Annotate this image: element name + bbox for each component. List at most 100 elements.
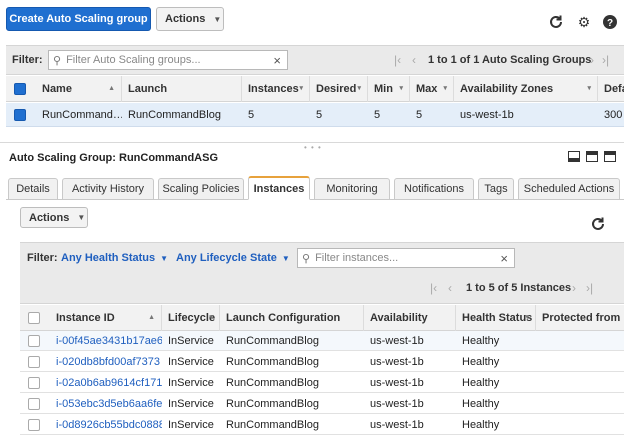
table-row[interactable]: i-020db8bfd00af7373 InService RunCommand… [20,352,624,372]
health-status-dropdown[interactable]: Any Health Status ▼ [61,252,168,264]
availability-zone-cell: us-west-1b [370,335,424,347]
actions-button[interactable]: Actions ▼ [156,7,224,31]
chevron-down-icon: ▼ [281,254,290,263]
tab-notifications[interactable]: Notifications [394,178,474,200]
table-row[interactable]: i-053ebc3d5eb6aa6fe InService RunCommand… [20,394,624,414]
instance-pager-bar: |‹ ‹ 1 to 5 of 5 Instances › ›| [20,274,624,304]
tab-tags[interactable]: Tags [478,178,514,200]
actions-label: Actions [29,211,70,224]
table-row[interactable]: RunCommand… RunCommandBlog 5 5 5 5 us-we… [6,103,624,127]
gear-icon[interactable]: ⚙ [576,14,592,30]
col-availability-zones[interactable]: Availability Zones ▾ [454,76,598,102]
chevron-down-icon: ▼ [160,254,169,263]
availability-zone-cell: us-west-1b [370,398,424,410]
col-max[interactable]: Max ▾ [410,76,454,102]
availability-zone-cell: us-west-1b [370,419,424,431]
table-row[interactable]: i-02a0b6ab9614cf171 InService RunCommand… [20,373,624,393]
availability-zones-cell: us-west-1b [460,109,514,121]
health-status-cell: Healthy [462,419,500,431]
svg-text:?: ? [607,18,613,29]
row-checkbox[interactable] [28,356,40,368]
clear-icon[interactable]: × [273,53,281,68]
filter-label: Filter: [27,252,58,264]
tab-scheduled-actions[interactable]: Scheduled Actions [518,178,620,200]
table-row[interactable]: i-00f45ae3431b17ae6 InService RunCommand… [20,331,624,351]
instance-id-link[interactable]: i-020db8bfd00af7373 [50,352,162,372]
instance-id-link[interactable]: i-00f45ae3431b17ae6 [50,331,162,351]
drag-handle-icon[interactable]: • • • [304,143,322,152]
lifecycle-cell: InService [168,398,214,410]
launch-config-cell: RunCommandBlog [226,335,319,347]
select-all-checkbox[interactable] [14,83,26,95]
layout-split-icon[interactable] [586,151,598,162]
instance-filter-bar: Filter: Any Health Status ▼ Any Lifecycle… [20,242,624,274]
tab-activity-history[interactable]: Activity History [62,178,154,200]
launch-config-cell: RunCommandBlog [226,398,319,410]
detail-tabs: Details Activity History Scaling Policie… [6,176,624,200]
col-instances[interactable]: Instances ▾ [242,76,310,102]
instance-id-link[interactable]: i-053ebc3d5eb6aa6fe [50,394,162,414]
tab-monitoring[interactable]: Monitoring [314,178,390,200]
row-checkbox[interactable] [28,377,40,389]
availability-zone-cell: us-west-1b [370,356,424,368]
asg-pager-text: 1 to 1 of 1 Auto Scaling Groups [428,54,592,66]
launch-config-cell: RunCommandBlog [226,356,319,368]
filter-label: Filter: [12,54,43,66]
col-min[interactable]: Min ▾ [368,76,410,102]
create-auto-scaling-group-button[interactable]: Create Auto Scaling group [6,7,151,31]
instance-id-link[interactable]: i-02a0b6ab9614cf171 [50,373,162,393]
lifecycle-cell: InService [168,335,214,347]
col-launch-configuration[interactable]: Launch Configuration▾ [122,76,242,121]
col-name[interactable]: Name ▲ [36,76,122,102]
instances-actions-button[interactable]: Actions ▼ [20,207,88,228]
asg-search-input[interactable]: ⚲ Filter Auto Scaling groups... × [48,50,288,70]
instances-cell: 5 [248,109,255,121]
prev-page-icon[interactable]: ‹ [412,53,416,67]
actions-label: Actions [165,13,206,25]
next-page-icon[interactable]: › [590,53,594,67]
col-launch-configuration-name[interactable]: Launch Configuration Name▾ [220,305,364,350]
min-cell: 5 [374,109,381,121]
col-default-cooldown[interactable]: Defa [598,76,624,102]
row-checkbox[interactable] [28,398,40,410]
select-all-checkbox[interactable] [28,312,40,324]
col-desired[interactable]: Desired ▾ [310,76,368,102]
tab-scaling-policies[interactable]: Scaling Policies [158,178,244,200]
launch-config-cell: RunCommandBlog [226,419,319,431]
lifecycle-state-dropdown[interactable]: Any Lifecycle State ▼ [176,252,290,264]
row-checkbox[interactable] [28,335,40,347]
table-row[interactable]: i-0d8926cb55bdc0888 InService RunCommand… [20,415,624,435]
search-icon: ⚲ [53,54,62,67]
row-checkbox[interactable] [14,109,26,121]
refresh-icon[interactable] [590,216,606,232]
instance-search-input[interactable]: ⚲ Filter instances... × [297,248,515,268]
first-page-icon[interactable]: |‹ [430,281,437,295]
col-instance-id[interactable]: Instance ID ▲ [50,305,162,331]
row-checkbox[interactable] [28,419,40,431]
last-page-icon[interactable]: ›| [602,53,609,67]
layout-full-icon[interactable] [604,151,616,162]
max-cell: 5 [416,109,423,121]
col-availability-zone[interactable]: Availability Zone▾ [364,305,456,350]
tab-instances[interactable]: Instances [248,176,310,200]
instance-id-link[interactable]: i-0d8926cb55bdc0888 [50,415,162,435]
search-icon: ⚲ [302,252,311,265]
help-icon[interactable]: ? [602,14,618,30]
first-page-icon[interactable]: |‹ [394,53,401,67]
desired-cell: 5 [316,109,323,121]
col-protected-from[interactable]: Protected from [536,305,624,331]
last-page-icon[interactable]: ›| [586,281,593,295]
launch-config-cell: RunCommandBlog [128,109,221,121]
layout-bottom-icon[interactable] [568,151,580,162]
prev-page-icon[interactable]: ‹ [448,281,452,295]
refresh-icon[interactable] [548,14,564,30]
tab-details[interactable]: Details [8,178,58,200]
launch-config-cell: RunCommandBlog [226,377,319,389]
availability-zone-cell: us-west-1b [370,377,424,389]
col-health-status[interactable]: Health Status ▾ [456,305,536,331]
next-page-icon[interactable]: › [572,281,576,295]
clear-icon[interactable]: × [500,251,508,266]
chevron-down-icon: ▼ [213,14,222,24]
instance-search-placeholder: Filter instances... [315,252,399,264]
col-lifecycle[interactable]: Lifecycle ▾ [162,305,220,331]
